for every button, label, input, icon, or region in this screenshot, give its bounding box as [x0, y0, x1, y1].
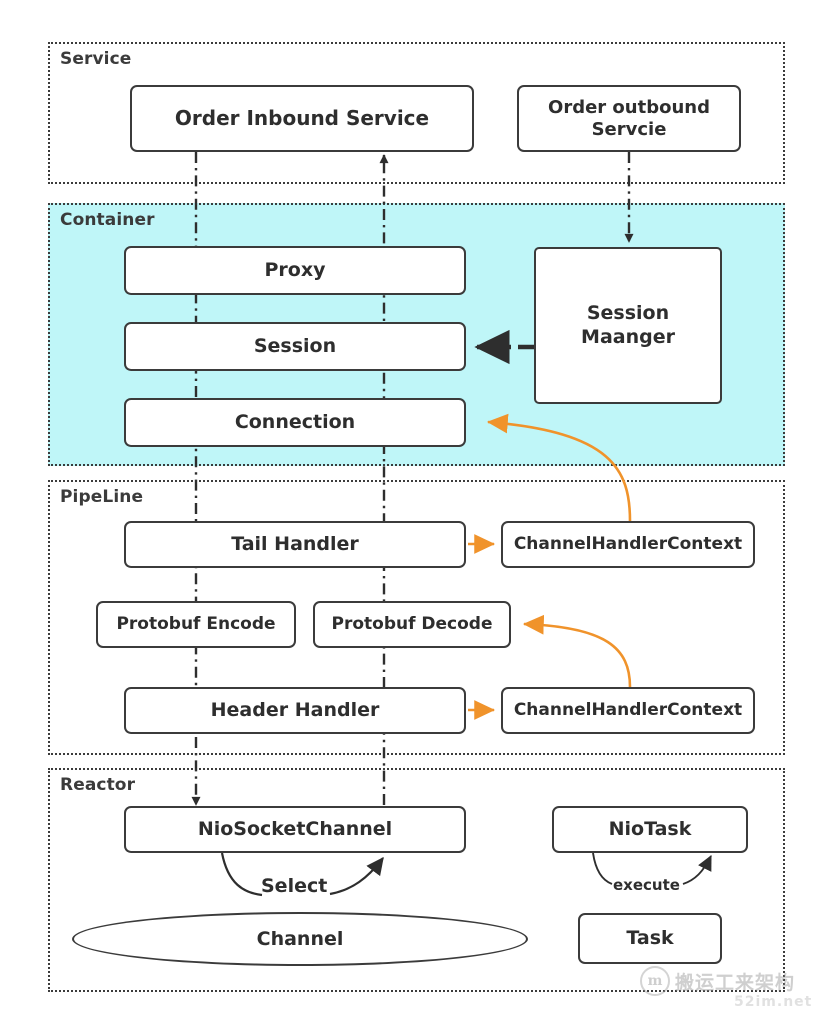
node-protobuf-decode[interactable]: Protobuf Decode	[313, 601, 511, 648]
node-protobuf-encode[interactable]: Protobuf Encode	[96, 601, 296, 648]
node-label: Order outbound Servcie	[548, 96, 710, 140]
node-connection[interactable]: Connection	[124, 398, 466, 447]
section-title-pipeline: PipeLine	[60, 487, 144, 507]
node-label: Tail Handler	[231, 532, 359, 555]
node-label: ChannelHandlerContext	[513, 700, 743, 721]
edge-label-select: Select	[261, 875, 328, 897]
node-label: Protobuf Decode	[331, 614, 493, 635]
node-label: Protobuf Encode	[116, 614, 276, 635]
node-channel-handler-context-bottom[interactable]: ChannelHandlerContext	[501, 687, 755, 734]
node-label: Task	[626, 926, 674, 949]
node-label: NioSocketChannel	[197, 817, 393, 840]
node-proxy[interactable]: Proxy	[124, 246, 466, 295]
edge-label-execute: execute	[613, 876, 680, 894]
node-session[interactable]: Session	[124, 322, 466, 371]
section-title-container: Container	[60, 210, 155, 230]
node-label: Session Maanger	[581, 302, 675, 348]
node-label: Channel	[256, 928, 344, 950]
node-tail-handler[interactable]: Tail Handler	[124, 521, 466, 568]
watermark-subtext: 52im.net	[734, 994, 813, 1010]
section-title-reactor: Reactor	[60, 775, 136, 795]
architecture-diagram: Service Container PipeLine Reactor Order…	[0, 0, 816, 1021]
node-label: Proxy	[264, 258, 326, 281]
node-label: Header Handler	[210, 698, 380, 721]
node-task[interactable]: Task	[578, 913, 722, 964]
node-nio-task[interactable]: NioTask	[552, 806, 748, 853]
node-header-handler[interactable]: Header Handler	[124, 687, 466, 734]
node-order-outbound-service[interactable]: Order outbound Servcie	[517, 85, 741, 152]
node-channel[interactable]: Channel	[72, 912, 528, 966]
node-label: ChannelHandlerContext	[513, 534, 743, 555]
section-title-service: Service	[60, 49, 132, 69]
node-nio-socket-channel[interactable]: NioSocketChannel	[124, 806, 466, 853]
node-channel-handler-context-top[interactable]: ChannelHandlerContext	[501, 521, 755, 568]
node-label: Session	[253, 334, 337, 357]
node-label: Connection	[234, 410, 356, 433]
node-label: Order Inbound Service	[174, 106, 430, 131]
node-session-manager[interactable]: Session Maanger	[534, 247, 722, 404]
node-order-inbound-service[interactable]: Order Inbound Service	[130, 85, 474, 152]
node-label: NioTask	[608, 817, 692, 840]
